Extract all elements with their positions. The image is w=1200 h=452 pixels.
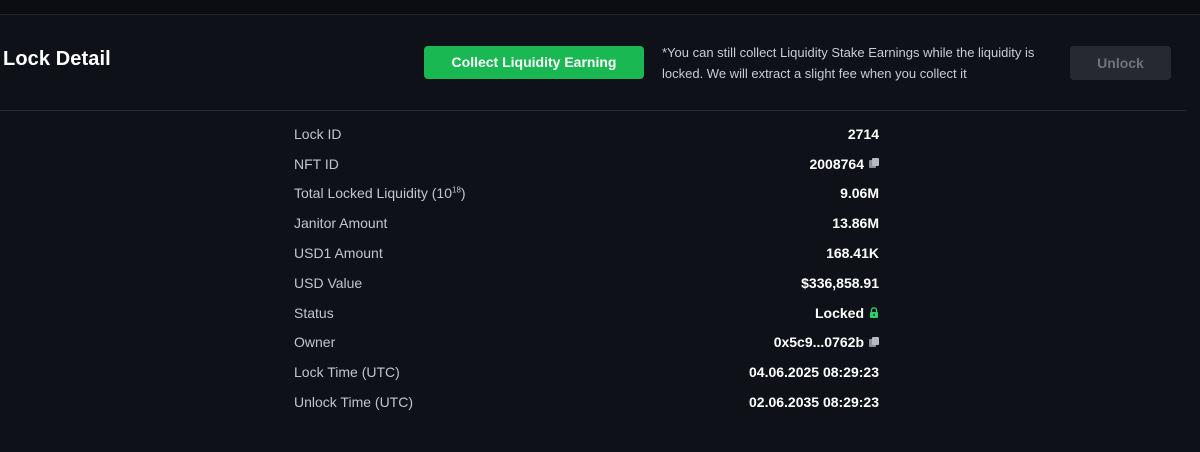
janitor-amount-text: 13.86M [832, 215, 879, 232]
lock-id-value: 2714 [848, 126, 879, 142]
page-title: Lock Detail [3, 48, 111, 70]
unlock-button[interactable]: Unlock [1070, 46, 1171, 80]
owner-label: Owner [294, 334, 336, 351]
top-strip [0, 0, 1200, 15]
status-text: Locked [814, 304, 864, 321]
total-locked-liquidity-label: Total Locked Liquidity (1018) [294, 185, 466, 201]
usd1-amount-value: 168.41K [826, 245, 879, 261]
copy-icon[interactable] [869, 158, 879, 169]
lock-time-label: Lock Time (UTC) [294, 364, 400, 381]
status-label: Status [294, 304, 334, 321]
unlock-time-label: Unlock Time (UTC) [294, 394, 414, 411]
detail-row-status: Status Locked [294, 298, 879, 328]
detail-row-lock-id: Lock ID 2714 [294, 119, 879, 149]
total-locked-label-text: Total Locked Liquidity (10 [294, 185, 452, 202]
lock-id-text: 2714 [847, 125, 879, 142]
status-value: Locked [815, 305, 879, 321]
usd-value-value: $336,858.91 [801, 275, 879, 291]
detail-row-unlock-time: Unlock Time (UTC) 02.06.2035 08:29:23 [294, 387, 879, 417]
copy-icon[interactable] [869, 336, 879, 348]
lock-time-value: 04.06.2025 08:29:23 [749, 364, 879, 380]
usd-value-label: USD Value [294, 274, 363, 291]
detail-row-nft-id: NFT ID 2008764 [294, 149, 879, 179]
nft-id-label: NFT ID [294, 155, 339, 172]
collect-liquidity-earning-button[interactable]: Collect Liquidity Earning [424, 46, 644, 79]
lock-icon [870, 307, 878, 319]
detail-row-usd-value: USD Value $336,858.91 [294, 268, 879, 298]
detail-row-janitor-amount: Janitor Amount 13.86M [294, 208, 879, 238]
detail-row-owner: Owner 0x5c9...0762b [294, 328, 879, 358]
total-locked-text: 9.06M [840, 185, 879, 202]
detail-row-lock-time: Lock Time (UTC) 04.06.2025 08:29:23 [294, 357, 879, 387]
nft-id-text: 2008764 [809, 155, 864, 172]
lock-time-text: 04.06.2025 08:29:23 [749, 364, 879, 381]
detail-row-usd1-amount: USD1 Amount 168.41K [294, 238, 879, 268]
collect-fee-note: *You can still collect Liquidity Stake E… [662, 45, 1035, 81]
usd1-amount-label: USD1 Amount [294, 245, 383, 262]
total-locked-label-end: ) [460, 185, 466, 202]
janitor-amount-label: Janitor Amount [294, 215, 388, 232]
owner-address-text[interactable]: 0x5c9...0762b [774, 334, 864, 350]
usd-value-text: $336,858.91 [801, 274, 879, 291]
detail-row-total-locked-liquidity: Total Locked Liquidity (1018) 9.06M [294, 179, 879, 209]
nft-id-value: 2008764 [809, 156, 879, 172]
lock-detail-header: Lock Detail Collect Liquidity Earning *Y… [0, 15, 1186, 111]
unlock-time-value: 02.06.2035 08:29:23 [749, 394, 879, 410]
lock-detail-panel: Lock Detail Collect Liquidity Earning *Y… [0, 15, 1200, 452]
janitor-amount-value: 13.86M [832, 215, 879, 231]
lock-id-label: Lock ID [294, 125, 342, 142]
total-locked-liquidity-value: 9.06M [840, 185, 879, 201]
usd1-amount-text: 168.41K [826, 245, 879, 262]
unlock-time-text: 02.06.2035 08:29:23 [749, 394, 879, 411]
owner-value: 0x5c9...0762b [774, 334, 879, 350]
lock-details-list: Lock ID 2714 NFT ID 2008764 Total Locked… [294, 119, 879, 417]
total-locked-exponent: 18 [452, 185, 461, 195]
